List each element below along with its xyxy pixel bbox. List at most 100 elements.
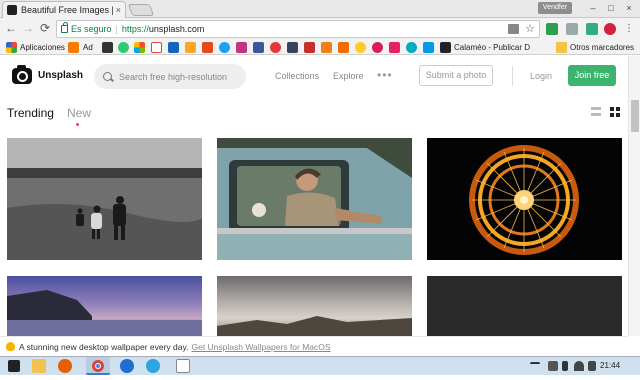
profile-chip[interactable]: Vendfer [538, 2, 572, 14]
secure-label: Es seguro [71, 24, 112, 34]
bookmark-icon-5[interactable] [202, 42, 213, 53]
bookmark-icon-11[interactable] [389, 42, 400, 53]
wallpaper-notice: A stunning new desktop wallpaper every d… [0, 336, 628, 356]
notice-link[interactable]: Get Unsplash Wallpapers for MacOS [191, 342, 330, 352]
back-button[interactable]: ← [4, 21, 18, 35]
calameo-icon[interactable] [440, 42, 451, 53]
photo-dark-placeholder[interactable] [427, 276, 622, 336]
bookmarks-bar: Aplicaciones Ad Calaméo - Publicar D Otr… [0, 40, 640, 55]
unsplash-favicon-icon [7, 5, 17, 15]
windows-start-icon[interactable] [8, 360, 20, 372]
photo-misty-mountains[interactable] [217, 276, 412, 336]
header-divider [512, 66, 513, 86]
bookmark-icon-3[interactable] [168, 42, 179, 53]
search-input[interactable] [119, 71, 239, 82]
microsoft-icon[interactable] [134, 42, 145, 53]
tab-strip: Beautiful Free Images | U × Vendfer – □ … [0, 0, 640, 18]
address-bar[interactable]: Es seguro | https:// unsplash.com ☆ [56, 20, 540, 38]
page-scrollbar[interactable] [628, 56, 640, 336]
url-scheme: https:// [121, 24, 149, 34]
bookmark-calameo[interactable]: Calaméo - Publicar D [454, 42, 530, 53]
nav-explore[interactable]: Explore [333, 71, 364, 81]
bookmark-star-icon[interactable]: ☆ [525, 22, 535, 35]
bookmark-icon-9[interactable] [355, 42, 366, 53]
window-icon[interactable] [176, 359, 190, 373]
list-view-icon[interactable] [591, 107, 601, 117]
tab-trending[interactable]: Trending [7, 106, 54, 120]
gmail-icon[interactable] [151, 42, 162, 53]
os-taskbar: 21:44 [0, 356, 640, 375]
photo-ferris-wheel-lights[interactable] [427, 138, 622, 260]
clock[interactable]: 21:44 [600, 361, 620, 370]
bookmark-other[interactable]: Otros marcadores [570, 42, 634, 53]
apps-icon[interactable] [6, 42, 17, 53]
tray-icon-1[interactable] [548, 361, 558, 371]
lock-icon [61, 22, 68, 33]
bookmark-icon-2[interactable] [118, 42, 129, 53]
omnibox-separator: | [115, 24, 118, 34]
bookmark-icon-10[interactable] [372, 42, 383, 53]
maximize-button[interactable]: □ [604, 2, 618, 14]
tab-unsplash[interactable]: Beautiful Free Images | U × [2, 1, 126, 18]
facebook-icon[interactable] [253, 42, 264, 53]
brand-name[interactable]: Unsplash [38, 70, 83, 81]
login-link[interactable]: Login [530, 71, 552, 81]
search-box[interactable] [94, 64, 246, 89]
search-icon [103, 72, 112, 81]
camera-logo-icon[interactable] [12, 65, 32, 84]
photo-woman-in-truck[interactable] [217, 138, 412, 260]
bookmark-icon-12[interactable] [406, 42, 417, 53]
tab-title: Beautiful Free Images | U [21, 5, 113, 15]
pinterest-icon[interactable] [604, 23, 616, 35]
forward-button[interactable]: → [21, 21, 35, 35]
bookmark-icon-7[interactable] [321, 42, 332, 53]
chrome-menu-icon[interactable]: ⋮ [624, 23, 636, 35]
bookmark-ad[interactable]: Ad [83, 42, 93, 53]
translate-icon[interactable] [508, 24, 519, 34]
more-menu-icon[interactable]: ••• [377, 68, 393, 82]
bookmark-apps[interactable]: Aplicaciones [20, 42, 65, 53]
extension-teal-icon[interactable] [586, 23, 598, 35]
app-blue-icon[interactable] [120, 359, 134, 373]
tumblr-icon[interactable] [287, 42, 298, 53]
file-explorer-icon[interactable] [32, 359, 46, 373]
reload-button[interactable]: ⟳ [38, 21, 52, 35]
blogger-icon[interactable] [68, 42, 79, 53]
join-free-button[interactable]: Join free [568, 65, 616, 86]
site-header: Unsplash Collections Explore ••• Submit … [0, 56, 628, 96]
tab-close-icon[interactable]: × [116, 5, 121, 15]
twitter-icon[interactable] [219, 42, 230, 53]
wifi-icon[interactable] [574, 361, 584, 371]
firefox-icon[interactable] [58, 359, 72, 373]
youtube-icon[interactable] [304, 42, 315, 53]
volume-icon[interactable] [588, 361, 596, 371]
bookmark-icon-6[interactable] [270, 42, 281, 53]
instagram-icon[interactable] [236, 42, 247, 53]
tab-new[interactable]: New [67, 106, 91, 120]
notice-text: A stunning new desktop wallpaper every d… [19, 341, 189, 352]
new-indicator-dot [76, 123, 79, 126]
telegram-icon[interactable] [146, 359, 160, 373]
new-tab-button[interactable] [127, 4, 155, 16]
nav-collections[interactable]: Collections [275, 71, 319, 81]
extension-green-icon[interactable] [546, 23, 558, 35]
photo-children-field[interactable] [7, 138, 202, 260]
grid-view-icon[interactable] [610, 107, 620, 117]
battery-icon[interactable] [562, 361, 568, 371]
scrollbar-thumb[interactable] [631, 100, 639, 132]
minimize-button[interactable]: – [586, 2, 600, 14]
chrome-taskbar-icon[interactable] [86, 357, 110, 375]
url-host: unsplash.com [148, 24, 205, 34]
submit-photo-button[interactable]: Submit a photo [419, 65, 493, 86]
bookmark-icon-8[interactable] [338, 42, 349, 53]
folder-icon [556, 42, 567, 53]
photo-coastal-cliff-dusk[interactable] [7, 276, 202, 336]
extension-gray-icon[interactable] [566, 23, 578, 35]
hand-wave-icon [6, 342, 15, 351]
bookmark-icon-13[interactable] [423, 42, 434, 53]
bookmark-icon-1[interactable] [102, 42, 113, 53]
close-window-button[interactable]: × [622, 2, 636, 14]
browser-toolbar: ← → ⟳ Es seguro | https:// unsplash.com … [0, 18, 640, 40]
bookmark-icon-4[interactable] [185, 42, 196, 53]
tray-chevron-icon[interactable] [530, 362, 540, 370]
